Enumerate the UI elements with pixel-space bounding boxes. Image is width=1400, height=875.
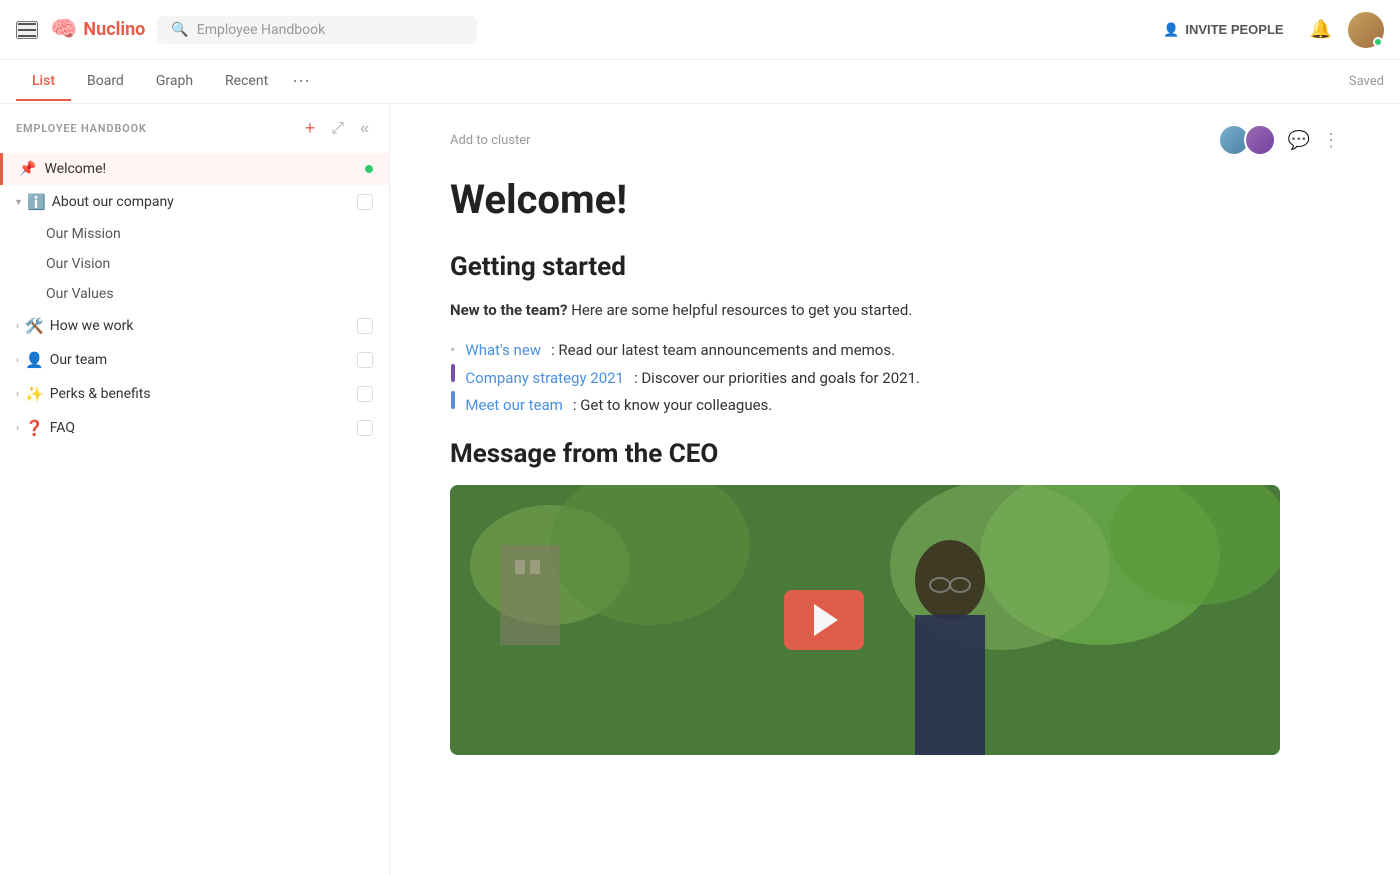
resources-list: What's new : Read our latest team announ… xyxy=(450,336,1340,419)
item-checkbox[interactable] xyxy=(357,386,373,402)
sidebar-item-label: Welcome! xyxy=(44,161,365,177)
logo-icon: 🧠 xyxy=(50,17,77,42)
notifications-button[interactable]: 🔔 xyxy=(1306,15,1336,44)
intro-text: Here are some helpful resources to get y… xyxy=(571,301,912,319)
perks-icon: ✨ xyxy=(25,385,44,403)
online-indicator xyxy=(1373,37,1383,47)
sidebar-section-label: Perks & benefits xyxy=(50,386,357,402)
chevron-right-icon: › xyxy=(16,321,19,332)
page-title: Welcome! xyxy=(450,176,1340,224)
sidebar-item-about[interactable]: ▾ ℹ️ About our company xyxy=(0,185,389,219)
chevron-right-icon: › xyxy=(16,355,19,366)
list-item: What's new : Read our latest team announ… xyxy=(450,336,1340,364)
main-layout: EMPLOYEE HANDBOOK + ⤢ « 📌 Welcome! ▾ ℹ️ … xyxy=(0,104,1400,875)
content-area: Add to cluster 💬 ⋮ Welcome! Getting star… xyxy=(390,104,1400,875)
sidebar-section-label: Our team xyxy=(50,352,357,368)
faq-icon: ❓ xyxy=(25,419,44,437)
sidebar-item-welcome[interactable]: 📌 Welcome! xyxy=(0,153,389,185)
collaborators-avatars xyxy=(1218,124,1276,156)
cursor-indicator-2 xyxy=(451,391,455,409)
collaborator-avatar-2 xyxy=(1244,124,1276,156)
more-options-icon[interactable]: ⋮ xyxy=(1322,130,1340,151)
ceo-video[interactable] xyxy=(450,485,1280,755)
sidebar: EMPLOYEE HANDBOOK + ⤢ « 📌 Welcome! ▾ ℹ️ … xyxy=(0,104,390,875)
bullet-text: : Read our latest team announcements and… xyxy=(551,338,895,364)
search-icon: 🔍 xyxy=(171,22,188,38)
sidebar-header: EMPLOYEE HANDBOOK + ⤢ « xyxy=(0,104,389,153)
add-item-button[interactable]: + xyxy=(301,116,320,141)
saved-status: Saved xyxy=(1349,74,1384,89)
sidebar-section-label: About our company xyxy=(52,194,357,210)
item-checkbox[interactable] xyxy=(357,352,373,368)
sub-item-label: Our Vision xyxy=(46,256,110,272)
more-tabs-button[interactable]: ⋯ xyxy=(284,61,318,102)
video-background xyxy=(450,485,1280,755)
logo-text: Nuclino xyxy=(83,19,145,40)
content-top-bar: Add to cluster 💬 ⋮ xyxy=(450,124,1340,156)
sidebar-item-faq[interactable]: › ❓ FAQ xyxy=(0,411,389,445)
user-avatar-wrap xyxy=(1348,12,1384,48)
video-bg-svg xyxy=(450,485,1280,755)
tab-recent[interactable]: Recent xyxy=(209,63,284,101)
chevron-down-icon: ▾ xyxy=(16,197,21,208)
tab-bar: List Board Graph Recent ⋯ Saved xyxy=(0,60,1400,104)
our-team-icon: 👤 xyxy=(25,351,44,369)
sidebar-section-label: FAQ xyxy=(50,420,357,436)
whats-new-link[interactable]: What's new xyxy=(465,338,541,364)
comment-icon[interactable]: 💬 xyxy=(1288,130,1310,151)
chevron-right-icon: › xyxy=(16,423,19,434)
top-nav: 🧠 Nuclino 🔍 Employee Handbook 👤 INVITE P… xyxy=(0,0,1400,60)
invite-people-button[interactable]: 👤 INVITE PEOPLE xyxy=(1153,16,1293,44)
search-text: Employee Handbook xyxy=(197,22,325,38)
company-strategy-link[interactable]: Company strategy 2021 xyxy=(465,366,624,392)
content-actions: 💬 ⋮ xyxy=(1218,124,1340,156)
sidebar-item-our-mission[interactable]: Our Mission xyxy=(0,219,389,249)
sub-item-label: Our Values xyxy=(46,286,114,302)
bullet-text: : Get to know your colleagues. xyxy=(573,393,772,419)
pin-icon: 📌 xyxy=(19,161,36,177)
add-to-cluster[interactable]: Add to cluster xyxy=(450,133,531,148)
logo[interactable]: 🧠 Nuclino xyxy=(50,17,145,42)
tab-graph[interactable]: Graph xyxy=(140,63,209,101)
collapse-sidebar-button[interactable]: « xyxy=(356,118,373,140)
play-icon xyxy=(814,604,838,636)
sidebar-item-how-we-work[interactable]: › 🛠️ How we work xyxy=(0,309,389,343)
sidebar-heading: EMPLOYEE HANDBOOK xyxy=(16,122,301,135)
chevron-right-icon: › xyxy=(16,389,19,400)
bullet-text: : Discover our priorities and goals for … xyxy=(634,366,920,392)
sidebar-item-our-values[interactable]: Our Values xyxy=(0,279,389,309)
meet-our-team-link[interactable]: Meet our team xyxy=(465,393,562,419)
online-dot xyxy=(365,165,373,173)
item-checkbox[interactable] xyxy=(357,420,373,436)
tab-board[interactable]: Board xyxy=(71,63,140,101)
sidebar-item-our-team[interactable]: › 👤 Our team xyxy=(0,343,389,377)
ceo-heading: Message from the CEO xyxy=(450,439,1340,469)
hamburger-button[interactable] xyxy=(16,21,38,39)
search-bar[interactable]: 🔍 Employee Handbook xyxy=(157,16,477,44)
tab-list[interactable]: List xyxy=(16,63,71,101)
item-checkbox[interactable] xyxy=(357,318,373,334)
play-button[interactable] xyxy=(784,590,864,650)
invite-label: INVITE PEOPLE xyxy=(1185,22,1283,37)
getting-started-heading: Getting started xyxy=(450,252,1340,282)
list-item: Company strategy 2021 : Discover our pri… xyxy=(450,364,1340,392)
sidebar-section-label: How we work xyxy=(50,318,357,334)
expand-sidebar-button[interactable]: ⤢ xyxy=(327,118,348,140)
intro-paragraph: New to the team? Here are some helpful r… xyxy=(450,298,1340,322)
list-item: Meet our team : Get to know your colleag… xyxy=(450,391,1340,419)
about-icon: ℹ️ xyxy=(27,193,46,211)
intro-bold: New to the team? xyxy=(450,301,567,319)
item-checkbox[interactable] xyxy=(357,194,373,210)
sidebar-item-our-vision[interactable]: Our Vision xyxy=(0,249,389,279)
person-icon: 👤 xyxy=(1163,22,1179,38)
cursor-indicator-1 xyxy=(451,364,455,382)
sidebar-header-icons: + ⤢ « xyxy=(301,116,373,141)
how-we-work-icon: 🛠️ xyxy=(25,317,44,335)
sidebar-item-perks[interactable]: › ✨ Perks & benefits xyxy=(0,377,389,411)
sub-item-label: Our Mission xyxy=(46,226,121,242)
